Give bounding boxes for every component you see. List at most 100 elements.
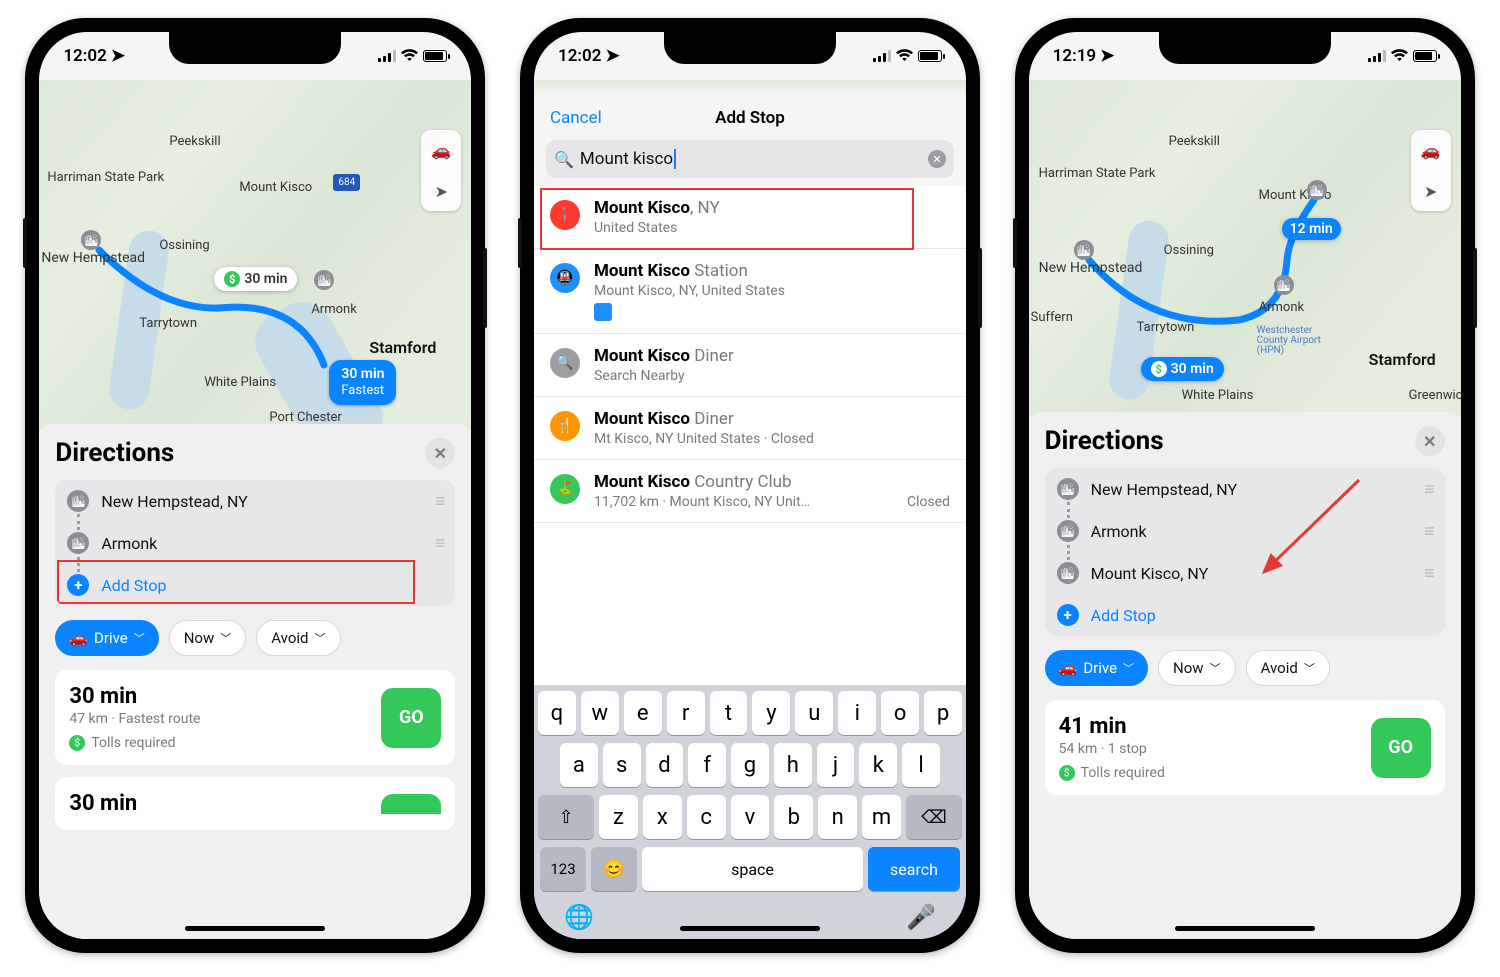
avoid-pill[interactable]: Avoid﹀	[256, 620, 340, 656]
segment-time-badge[interactable]: 12 min	[1282, 218, 1341, 240]
tolls-label: $Tolls required	[69, 735, 369, 751]
route-distance: 47 km · Fastest route	[69, 711, 369, 727]
space-key[interactable]: space	[642, 847, 863, 891]
backspace-key[interactable]: ⌫	[906, 795, 962, 839]
reorder-handle-icon[interactable]: ≡	[435, 491, 444, 512]
key-r[interactable]: r	[667, 691, 705, 735]
key-i[interactable]: i	[838, 691, 876, 735]
map-label: Tarrytown	[1137, 320, 1195, 335]
dictation-key[interactable]: 🎤	[906, 903, 936, 931]
route-option-card[interactable]: 41 min 54 km · 1 stop $Tolls required GO	[1045, 700, 1445, 795]
result-row[interactable]: 🚇 Mount Kisco StationMount Kisco, NY, Un…	[534, 249, 966, 334]
reorder-handle-icon[interactable]: ≡	[435, 533, 444, 554]
key-v[interactable]: v	[731, 795, 770, 839]
reorder-handle-icon[interactable]: ≡	[1424, 479, 1433, 500]
go-button[interactable]: GO	[1371, 718, 1431, 778]
end-pin-icon: 🏙	[1307, 180, 1327, 200]
key-y[interactable]: y	[752, 691, 790, 735]
battery-icon	[918, 50, 942, 62]
key-u[interactable]: u	[795, 691, 833, 735]
result-row[interactable]: ⛳ Mount Kisco Country Club11,702 km · Mo…	[534, 460, 966, 523]
locate-button[interactable]: ➤	[1411, 171, 1451, 211]
battery-icon	[1413, 50, 1437, 62]
depart-time-pill[interactable]: Now﹀	[169, 620, 247, 656]
go-button[interactable]: GO	[381, 688, 441, 748]
key-j[interactable]: j	[817, 743, 855, 787]
emoji-key[interactable]: 😊	[591, 847, 637, 891]
map-label: New Hempstead	[1039, 260, 1143, 276]
key-o[interactable]: o	[881, 691, 919, 735]
transport-mode-pill[interactable]: 🚗Drive﹀	[1045, 650, 1148, 686]
key-n[interactable]: n	[818, 795, 857, 839]
cancel-button[interactable]: Cancel	[550, 108, 602, 128]
key-w[interactable]: w	[581, 691, 619, 735]
stop-row[interactable]: 🏙 New Hempstead, NY ≡	[55, 480, 455, 522]
travel-time-badge[interactable]: $30 min	[214, 267, 297, 291]
sheet-title: Directions	[55, 438, 174, 468]
go-button[interactable]	[381, 794, 441, 814]
key-d[interactable]: d	[646, 743, 684, 787]
depart-time-pill[interactable]: Now﹀	[1158, 650, 1236, 686]
segment-time-badge[interactable]: $30 min	[1141, 357, 1224, 381]
dollar-icon: $	[69, 735, 85, 751]
stop-row[interactable]: 🏙 Armonk ≡	[55, 522, 455, 564]
search-input[interactable]: 🔍 Mount kisco ✕	[546, 140, 954, 178]
numbers-key[interactable]: 123	[540, 847, 586, 891]
key-g[interactable]: g	[731, 743, 769, 787]
key-x[interactable]: x	[643, 795, 682, 839]
stop-pin-icon: 🏙	[1057, 478, 1079, 500]
home-indicator[interactable]	[680, 926, 820, 931]
stop-row[interactable]: 🏙Mount Kisco, NY≡	[1045, 552, 1445, 594]
close-button[interactable]: ✕	[425, 438, 455, 468]
add-stop-row[interactable]: + Add Stop	[55, 564, 455, 606]
key-s[interactable]: s	[603, 743, 641, 787]
reorder-handle-icon[interactable]: ≡	[1424, 563, 1433, 584]
route-time: 41 min	[1059, 714, 1359, 739]
key-k[interactable]: k	[859, 743, 897, 787]
route-option-card[interactable]: 30 min 47 km · Fastest route $Tolls requ…	[55, 670, 455, 765]
globe-key[interactable]: 🌐	[564, 903, 594, 931]
key-q[interactable]: q	[538, 691, 576, 735]
keyboard: qwertyuiop asdfghjkl ⇧ zxcvbnm ⌫ 123 😊 s…	[534, 685, 966, 939]
home-indicator[interactable]	[1175, 926, 1315, 931]
key-f[interactable]: f	[688, 743, 726, 787]
key-z[interactable]: z	[599, 795, 638, 839]
key-t[interactable]: t	[710, 691, 748, 735]
result-row[interactable]: 🔍 Mount Kisco DinerSearch Nearby	[534, 334, 966, 397]
key-a[interactable]: a	[560, 743, 598, 787]
key-h[interactable]: h	[774, 743, 812, 787]
route-option-card[interactable]: 30 min	[55, 777, 455, 830]
stop-row[interactable]: 🏙Armonk≡	[1045, 510, 1445, 552]
close-button[interactable]: ✕	[1415, 426, 1445, 456]
key-c[interactable]: c	[687, 795, 726, 839]
key-p[interactable]: p	[924, 691, 962, 735]
fastest-route-badge[interactable]: 30 minFastest	[329, 360, 396, 405]
add-stop-row[interactable]: +Add Stop	[1045, 594, 1445, 636]
clear-button[interactable]: ✕	[928, 150, 946, 168]
shift-key[interactable]: ⇧	[538, 795, 594, 839]
key-e[interactable]: e	[624, 691, 662, 735]
driving-mode-button[interactable]: 🚗	[1411, 130, 1451, 170]
start-pin-icon: 🏙	[1074, 240, 1094, 260]
map-view[interactable]: Harriman State Park Peekskill Mount Kisc…	[1029, 80, 1461, 418]
battery-icon	[423, 50, 447, 62]
map-label: White Plains	[1182, 388, 1254, 403]
wifi-icon	[896, 46, 913, 66]
highway-shield-icon: 684	[333, 174, 360, 191]
route-time: 30 min	[69, 684, 369, 709]
notch	[1159, 32, 1331, 64]
key-b[interactable]: b	[774, 795, 813, 839]
avoid-pill[interactable]: Avoid﹀	[1246, 650, 1330, 686]
transport-mode-pill[interactable]: 🚗Drive﹀	[55, 620, 158, 656]
home-indicator[interactable]	[185, 926, 325, 931]
result-row[interactable]: 🍴 Mount Kisco DinerMt Kisco, NY United S…	[534, 397, 966, 460]
driving-mode-button[interactable]: 🚗	[421, 130, 461, 170]
search-key[interactable]: search	[868, 847, 960, 891]
stop-row[interactable]: 🏙New Hempstead, NY≡	[1045, 468, 1445, 510]
map-view[interactable]: Harriman State Park Peekskill Mount Kisc…	[39, 80, 471, 430]
reorder-handle-icon[interactable]: ≡	[1424, 521, 1433, 542]
result-row[interactable]: 📍 Mount Kisco, NYUnited States	[534, 186, 966, 249]
key-l[interactable]: l	[902, 743, 940, 787]
key-m[interactable]: m	[862, 795, 901, 839]
locate-button[interactable]: ➤	[421, 171, 461, 211]
